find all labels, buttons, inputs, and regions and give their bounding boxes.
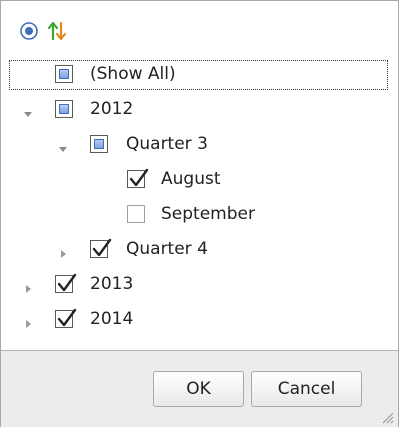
ok-button[interactable]: OK	[153, 371, 244, 407]
expand-arrow-collapsed-icon[interactable]	[23, 279, 33, 293]
checkbox-checked[interactable]	[55, 273, 77, 293]
tree-item-label: 2013	[90, 274, 134, 294]
cancel-button[interactable]: Cancel	[251, 371, 362, 407]
checkbox-checked[interactable]	[90, 238, 112, 258]
checkbox-indeterminate[interactable]	[55, 65, 73, 83]
tree-item-2012-quarter-3-august[interactable]: August	[1, 162, 398, 197]
expand-arrow-expanded-icon[interactable]	[23, 104, 33, 117]
expand-arrow-collapsed-icon[interactable]	[58, 244, 68, 258]
tree-item-2012-quarter-4[interactable]: Quarter 4	[1, 232, 398, 267]
filter-toolbar	[1, 1, 398, 57]
tree-item-2014[interactable]: 2014	[1, 302, 398, 337]
tree-item-label: (Show All)	[90, 64, 176, 84]
tree-item-label: Quarter 3	[126, 134, 208, 154]
tree-item-2013[interactable]: 2013	[1, 267, 398, 302]
tree-item-2012-quarter-3-september[interactable]: September	[1, 197, 398, 232]
resize-grip-icon[interactable]	[380, 409, 394, 424]
tree-item-label: 2012	[90, 99, 134, 119]
checkbox-indeterminate[interactable]	[55, 100, 73, 118]
sort-updown-icon[interactable]	[46, 20, 68, 42]
checkbox-unchecked[interactable]	[127, 205, 145, 223]
checkbox-indeterminate[interactable]	[90, 135, 108, 153]
tree-item-label: 2014	[90, 309, 134, 329]
filter-popup: (Show All) 2012 Quarter 3 August Septemb…	[0, 0, 399, 427]
tree-item-label: September	[161, 204, 255, 224]
checkbox-checked[interactable]	[55, 308, 77, 328]
filter-footer: OK Cancel	[1, 350, 398, 427]
tree-item-2012[interactable]: 2012	[1, 92, 398, 127]
tree-item-2012-quarter-3[interactable]: Quarter 3	[1, 127, 398, 162]
expand-arrow-collapsed-icon[interactable]	[23, 314, 33, 328]
radio-selected-icon[interactable]	[18, 20, 40, 42]
expand-arrow-expanded-icon[interactable]	[58, 139, 68, 152]
checkbox-checked[interactable]	[127, 168, 149, 188]
tree-item-show-all[interactable]: (Show All)	[1, 57, 398, 92]
tree-item-label: Quarter 4	[126, 239, 208, 259]
tree-item-label: August	[161, 169, 221, 189]
filter-tree: (Show All) 2012 Quarter 3 August Septemb…	[1, 57, 398, 350]
